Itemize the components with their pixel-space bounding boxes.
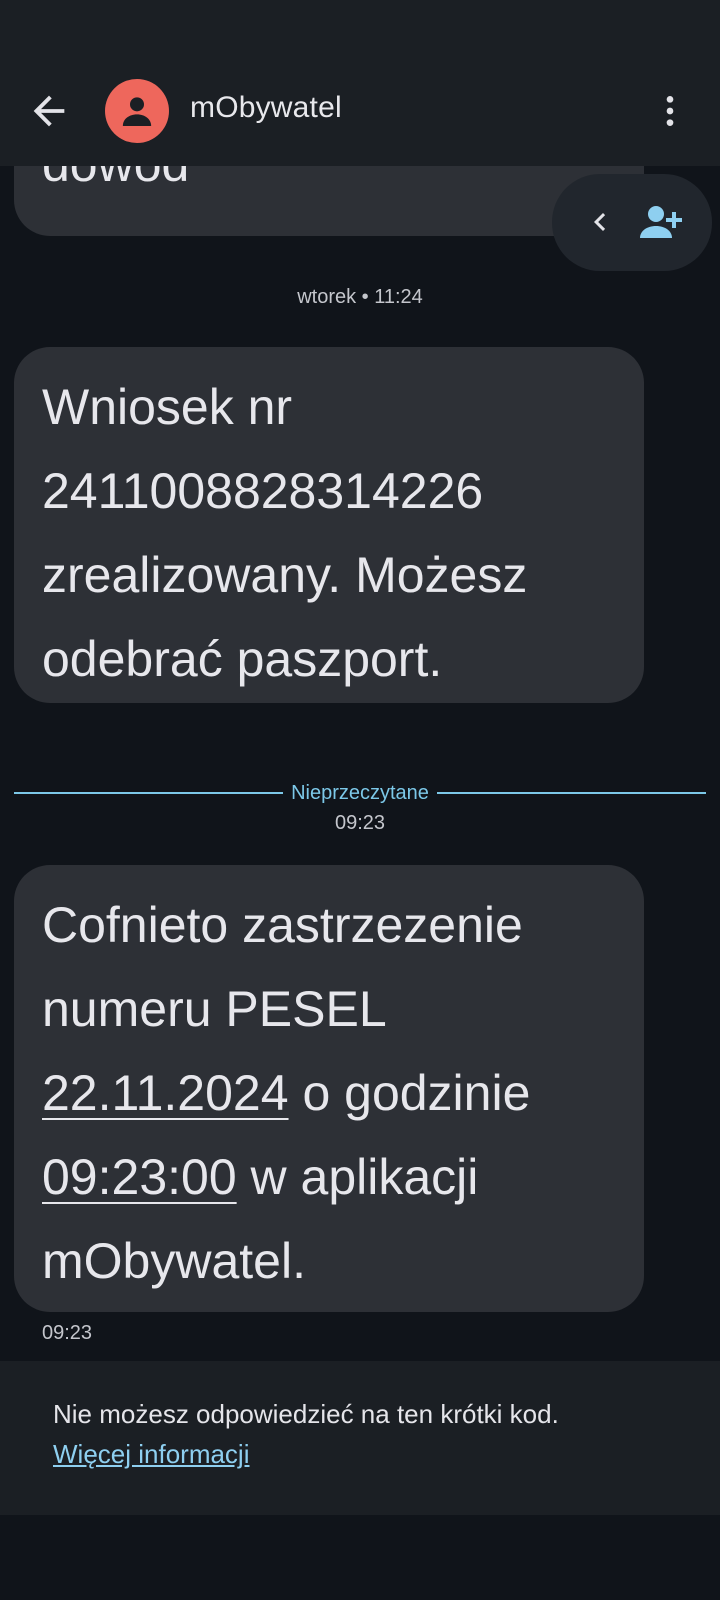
unread-time: 09:23 [334, 812, 386, 834]
date-separator: wtorek • 11:24 [297, 286, 423, 308]
back-button[interactable] [26, 88, 72, 134]
conversation-title: mObywatel [190, 91, 342, 124]
navigation-bar [0, 1515, 720, 1600]
collapse-button[interactable] [582, 204, 618, 240]
date-link[interactable]: 22.11.2024 [42, 1065, 289, 1121]
add-person-icon [640, 206, 682, 238]
more-info-link[interactable]: Więcej informacji [53, 1439, 250, 1470]
message-line: zrealizowany. Możesz [42, 547, 528, 603]
chevron-left-icon [594, 213, 606, 231]
message-text: w aplikacji [236, 1149, 479, 1205]
message-line: 22.11.2024 o godzinie [42, 1051, 616, 1135]
person-icon [122, 97, 152, 126]
message-line: numeru PESEL [42, 981, 387, 1037]
reply-disabled-notice: Nie możesz odpowiedzieć na ten krótki ko… [53, 1399, 559, 1429]
message-line: 2411008828314226 [42, 463, 484, 519]
message-bubble[interactable]: Wniosek nr 2411008828314226 zrealizowany… [14, 347, 644, 703]
message-text: dowod [42, 166, 616, 206]
more-vert-icon [666, 96, 674, 126]
more-options-button[interactable] [650, 88, 690, 134]
message-bubble-latest[interactable]: Cofnieto zastrzezenie numeru PESEL 22.11… [14, 865, 644, 1312]
unread-divider: Nieprzeczytane [14, 780, 706, 806]
reply-disabled-panel: Nie możesz odpowiedzieć na ten krótki ko… [0, 1361, 720, 1515]
floating-actions [552, 174, 712, 271]
unread-label: Nieprzeczytane [291, 781, 429, 804]
divider-line [14, 792, 284, 794]
time-link[interactable]: 09:23:00 [42, 1149, 237, 1205]
message-bubble-partial[interactable]: dowod [14, 166, 644, 236]
status-bar [0, 0, 720, 60]
add-contact-button[interactable] [638, 198, 686, 246]
message-line: Wniosek nr [42, 379, 293, 435]
message-text: o godzinie [288, 1065, 531, 1121]
message-line: Cofnieto zastrzezenie [42, 897, 523, 953]
message-line: 09:23:00 w aplikacji [42, 1135, 616, 1219]
arrow-back-icon [33, 95, 65, 127]
app-bar: mObywatel [0, 60, 720, 166]
message-list[interactable]: dowod wtorek • 11:24 Wniosek nr 24110088… [0, 166, 720, 1361]
divider-line [436, 792, 706, 794]
message-line: odebrać paszport. [42, 631, 443, 687]
message-line: mObywatel. [42, 1233, 306, 1289]
message-timestamp: 09:23 [42, 1322, 93, 1344]
avatar[interactable] [105, 79, 169, 143]
